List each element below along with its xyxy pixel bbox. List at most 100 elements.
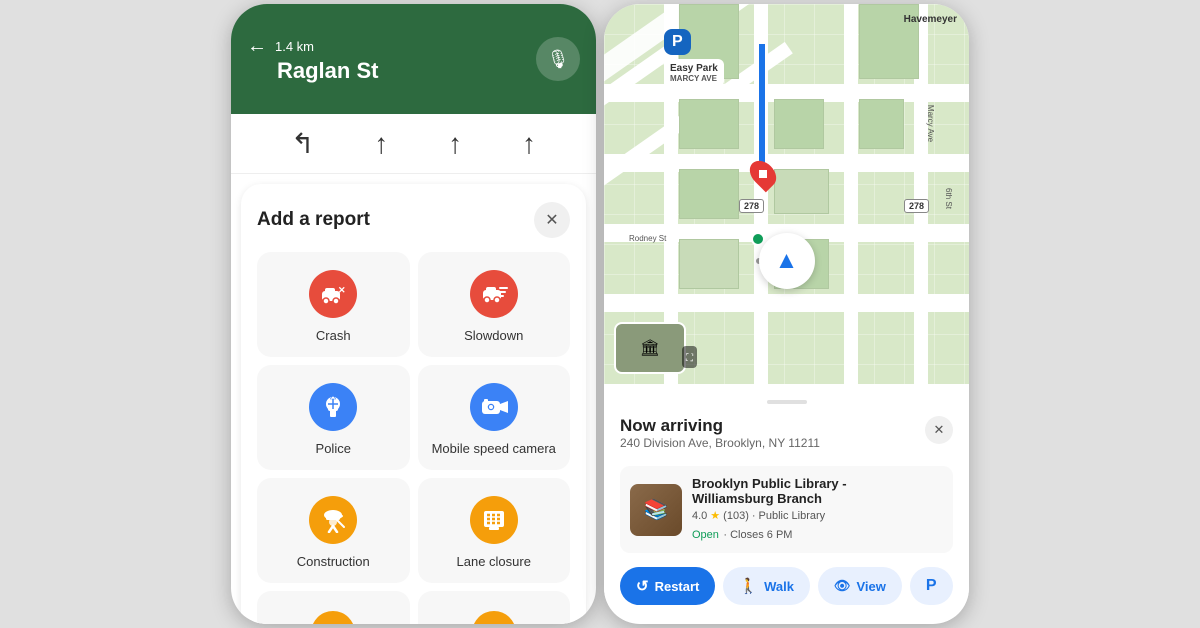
report-modal-header: Add a report ✕ [257,202,570,238]
report-items-grid: ✕ Crash [257,252,570,624]
place-info: Brooklyn Public Library -Williamsburg Br… [692,476,847,543]
restart-icon: ↺ [636,577,649,595]
place-rating: 4.0 ★ (103) · Public Library [692,509,847,522]
place-image: 📚 [630,484,682,536]
close-icon: ✕ [934,422,945,438]
rodney-st-label: Rodney St [629,234,666,243]
walk-button[interactable]: 🚶 Walk [723,567,810,605]
report-item-police[interactable]: Police [257,365,410,470]
view-icon: 👁 [834,578,851,594]
easy-park-label: Easy Park MARCY AVE [664,59,724,87]
havemeyer-label: Havemeyer [904,14,957,25]
map-area[interactable]: P Easy Park MARCY AVE Havemeyer Marcy Av… [604,4,969,384]
navigation-bar: ← 1.4 km Raglan St 🎙 [231,4,596,114]
distance-text: 1.4 km [275,39,314,54]
police-label: Police [316,441,351,456]
arrival-panel: Now arriving 240 Division Ave, Brooklyn,… [604,384,969,621]
street-view-icon: 🏛 [640,338,660,358]
review-count: (103) [723,510,749,522]
easy-park-sub: MARCY AVE [670,74,718,83]
straight-arrow-icon-2: ↑ [448,128,462,160]
status-separator: · Closes 6 PM [723,529,792,541]
map-block-5 [774,169,829,214]
report-item-speed-camera[interactable]: Mobile speed camera [418,365,571,470]
map-block-3 [859,99,904,149]
expand-icon: ⛶ [686,353,693,364]
parking-badge: P [664,29,691,55]
map-block-7 [679,239,739,289]
screenshot-container: ← 1.4 km Raglan St 🎙 ↰ ↑ ↑ ↑ Add a repor… [0,0,1200,628]
map-pin-destination [752,159,774,189]
mic-button[interactable]: 🎙 [536,37,580,81]
map-block-2 [774,99,824,149]
speed-camera-label: Mobile speed camera [432,441,556,456]
view-button[interactable]: 👁 View [818,567,902,605]
restart-label: Restart [655,579,700,594]
street-vertical-3 [844,4,858,384]
view-label: View [856,579,885,594]
place-name: Brooklyn Public Library -Williamsburg Br… [692,476,847,506]
road-badge-278-right: 278 [904,199,929,213]
speed-camera-icon [470,383,518,431]
open-status: Open [692,529,719,541]
arrow-up-icon: ▲ [775,247,799,275]
separator: · [752,510,756,522]
report-item-lane-closure[interactable]: Lane closure [418,478,571,583]
place-status-line: Open · Closes 6 PM [692,525,847,543]
construction-icon [309,496,357,544]
crash-label: Crash [316,328,351,343]
breakdown-icon: ! [311,611,355,624]
map-block-1 [679,99,739,149]
sixth-st-text: 6th St [944,188,953,209]
nav-distance: ← 1.4 km [247,35,580,58]
park-label: P [926,577,937,595]
street-view-thumbnail[interactable]: 🏛 [614,322,686,374]
phone-left: ← 1.4 km Raglan St 🎙 ↰ ↑ ↑ ↑ Add a repor… [231,4,596,624]
place-card[interactable]: 📚 Brooklyn Public Library -Williamsburg … [620,466,953,553]
close-button[interactable]: ✕ [534,202,570,238]
star-icon: ★ [710,509,720,522]
lane-closure-label: Lane closure [457,554,531,569]
easy-park-name: Easy Park [670,63,718,74]
nav-arrow-back: ← [247,35,267,58]
construction-label: Construction [297,554,370,569]
place-type: Public Library [759,510,826,522]
arrival-header: Now arriving 240 Division Ave, Brooklyn,… [620,416,953,462]
lane-closure-icon [470,496,518,544]
crash-icon: ✕ [309,270,357,318]
action-buttons: ↺ Restart 🚶 Walk 👁 View P [620,567,953,605]
report-item-breakdown[interactable]: ! [257,591,410,624]
report-item-slowdown[interactable]: Slowdown [418,252,571,357]
close-icon: ✕ [545,210,558,230]
drag-handle [767,400,807,404]
marcy-ave-text: Marcy Ave [926,105,935,142]
phone-right: P Easy Park MARCY AVE Havemeyer Marcy Av… [604,4,969,624]
rating-value: 4.0 [692,510,707,522]
park-button[interactable]: P [910,567,953,605]
nav-arrows-bar: ↰ ↑ ↑ ↑ [231,114,596,174]
straight-arrow-icon-3: ↑ [522,128,536,160]
street-view-expand[interactable]: ⛶ [682,346,697,368]
walk-icon: 🚶 [739,577,758,595]
havemeyer-text: Havemeyer [904,14,957,25]
microphone-icon: 🎙 [547,49,570,70]
arrival-close-button[interactable]: ✕ [925,416,953,444]
hazard-icon: ! [472,611,516,624]
road-number-right-text: 278 [909,201,924,211]
svg-text:✕: ✕ [338,285,346,295]
nav-direction-arrow: ▲ [759,233,815,289]
rodney-st-text: Rodney St [629,234,666,243]
arrival-title: Now arriving [620,416,820,436]
straight-arrow-icon: ↑ [374,128,388,160]
report-item-hazard[interactable]: ! [418,591,571,624]
report-item-crash[interactable]: ✕ Crash [257,252,410,357]
report-item-construction[interactable]: Construction [257,478,410,583]
police-icon [309,383,357,431]
road-number-left-text: 278 [744,201,759,211]
parking-label: P [672,33,683,50]
restart-button[interactable]: ↺ Restart [620,567,715,605]
slowdown-icon [470,270,518,318]
marcy-ave-label: Marcy Ave [926,105,935,142]
arrival-address: 240 Division Ave, Brooklyn, NY 11211 [620,436,820,450]
turn-left-arrow-icon: ↰ [291,127,314,160]
